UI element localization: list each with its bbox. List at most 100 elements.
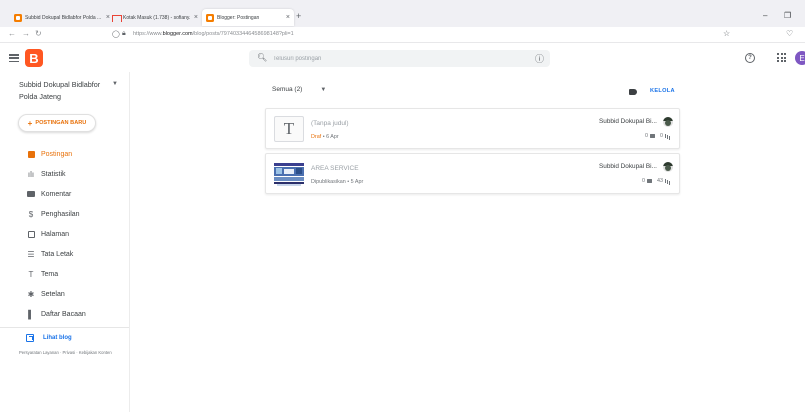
sidebar-item-statistik[interactable]: ılı Statistik <box>0 164 129 184</box>
post-status: Dipublikasikan <box>311 179 346 185</box>
tab-title: Kotak Masuk (1.738) - sofiany.fl... <box>123 14 190 21</box>
comments-icon <box>27 190 35 198</box>
minimize-icon[interactable]: – <box>763 11 767 20</box>
sidebar-menu: Postingan ılı Statistik Komentar $ Pengh… <box>0 144 129 324</box>
browser-nav-bar: ← → ↻ ◯ 🔒︎ https://www.blogger.com/blog/… <box>0 27 805 43</box>
sidebar-item-tata-letak[interactable]: ☰ Tata Letak <box>0 244 129 264</box>
sidebar-item-label: Postingan <box>41 150 73 158</box>
label-icon[interactable] <box>629 89 637 95</box>
sidebar-item-postingan[interactable]: Postingan <box>0 144 129 164</box>
plus-icon: + <box>27 118 33 128</box>
view-blog-link[interactable]: Lihat blog <box>26 331 72 345</box>
menu-icon[interactable] <box>9 54 19 62</box>
post-date: 6 Apr <box>326 134 339 140</box>
chevron-down-icon: ▼ <box>320 86 327 93</box>
post-thumbnail-image <box>274 161 304 187</box>
new-tab-button[interactable]: + <box>296 11 301 21</box>
browser-tab[interactable]: Kotak Masuk (1.738) - sofiany.fl... × <box>108 9 202 26</box>
open-external-icon <box>26 334 34 342</box>
sidebar-item-label: Tema <box>41 270 59 278</box>
tab-title: Subbid Dokupal Bidlabfor Polda ... <box>25 14 102 21</box>
comment-count: 0 <box>642 178 645 184</box>
post-date: 5 Apr <box>350 179 364 185</box>
gmail-icon <box>112 14 122 22</box>
sidebar-item-penghasilan[interactable]: $ Penghasilan <box>0 204 129 224</box>
search-icon: 🔍︎ <box>257 53 268 62</box>
post-thumbnail: T <box>274 116 304 142</box>
settings-icon: ✱ <box>27 289 35 299</box>
sidebar-item-tema[interactable]: T Tema <box>0 264 129 284</box>
url-path: /blog/posts/7974033446458698148?pli=1 <box>192 31 294 37</box>
reload-icon[interactable]: ↻ <box>35 29 42 38</box>
divider <box>0 327 129 328</box>
footer-links[interactable]: Persyaratan Layanan · Privasi · Kebijaka… <box>19 348 119 358</box>
post-meta: Draf • 6 Apr <box>311 134 339 140</box>
theme-icon: T <box>28 269 34 279</box>
account-avatar[interactable]: E <box>795 51 805 65</box>
post-row[interactable]: AREA SERVICE Dipublikasikan • 5 Apr Subb… <box>265 153 680 194</box>
post-thumbnail <box>274 161 304 187</box>
browser-tab[interactable]: Subbid Dokupal Bidlabfor Polda ... × <box>10 9 114 26</box>
chevron-down-icon[interactable]: ▼ <box>112 81 118 87</box>
sidebar-item-daftar-bacaan[interactable]: ▌ Daftar Bacaan <box>0 304 129 324</box>
search-input[interactable] <box>273 53 513 64</box>
post-meta: Dipublikasikan • 5 Apr <box>311 179 363 185</box>
sidebar-item-label: Statistik <box>41 170 66 178</box>
help-icon[interactable]: ? <box>745 53 755 63</box>
view-count: 43 <box>657 178 663 184</box>
close-icon[interactable]: × <box>286 14 290 21</box>
post-title[interactable]: (Tanpa judul) <box>311 120 349 127</box>
views-icon <box>665 179 670 183</box>
sidebar: Subbid Dokupal Bidlabfor Polda Jateng ▼ … <box>0 72 130 412</box>
post-row[interactable]: T (Tanpa judul) Draf • 6 Apr Subbid Doku… <box>265 108 680 149</box>
app-header: B 🔍︎ ⓘ ? E <box>0 44 805 72</box>
sidebar-item-halaman[interactable]: Halaman <box>0 224 129 244</box>
maximize-icon[interactable]: ❐ <box>784 11 791 20</box>
pages-icon <box>27 230 35 238</box>
address-bar[interactable]: https://www.blogger.com/blog/posts/79740… <box>133 31 294 37</box>
post-author: Subbid Dokupal Bi... <box>599 163 657 170</box>
browser-tab-active[interactable]: Blogger: Postingan × <box>202 9 294 26</box>
new-post-button[interactable]: + POSTINGAN BARU <box>18 114 96 132</box>
browser-tab-bar: Subbid Dokupal Bidlabfor Polda ... × Kot… <box>0 0 805 27</box>
bookmark-star-icon[interactable]: ☆ <box>723 29 730 38</box>
post-title[interactable]: AREA SERVICE <box>311 165 359 172</box>
post-status: Draf <box>311 134 322 140</box>
comment-count: 0 <box>645 133 648 139</box>
forward-icon[interactable]: → <box>22 29 30 38</box>
view-blog-label: Lihat blog <box>43 335 72 341</box>
comment-icon <box>650 134 655 138</box>
post-filter-dropdown[interactable]: Semua (2) ▼ <box>272 86 326 93</box>
blogger-icon <box>14 13 22 22</box>
url-domain: blogger.com <box>162 31 193 37</box>
sidebar-item-label: Daftar Bacaan <box>41 310 86 318</box>
info-icon[interactable]: ⓘ <box>535 52 544 65</box>
sidebar-item-label: Setelan <box>41 290 65 298</box>
pocket-icon[interactable]: ♡ <box>786 29 793 38</box>
blogger-logo[interactable]: B <box>25 49 43 67</box>
view-count: 0 <box>660 133 663 139</box>
blogger-icon <box>206 13 214 22</box>
reading-list-icon: ▌ <box>28 309 34 319</box>
stats-icon: ılı <box>27 169 35 179</box>
shield-icon[interactable]: ◯ <box>112 30 120 38</box>
back-icon[interactable]: ← <box>8 29 16 38</box>
sidebar-item-label: Penghasilan <box>41 210 80 218</box>
posts-icon <box>27 150 35 158</box>
earnings-icon: $ <box>28 209 34 219</box>
manage-labels-button[interactable]: KELOLA <box>650 88 675 94</box>
lock-icon[interactable]: 🔒︎ <box>122 30 126 38</box>
sidebar-item-setelan[interactable]: ✱ Setelan <box>0 284 129 304</box>
sidebar-item-label: Halaman <box>41 230 70 238</box>
blog-name[interactable]: Subbid Dokupal Bidlabfor Polda Jateng <box>19 79 109 103</box>
author-avatar <box>663 117 673 127</box>
comment-icon <box>647 179 652 183</box>
sidebar-item-komentar[interactable]: Komentar <box>0 184 129 204</box>
url-prefix: https://www. <box>133 31 163 37</box>
apps-grid-icon[interactable] <box>777 53 786 62</box>
new-post-label: POSTINGAN BARU <box>35 120 87 126</box>
sidebar-item-label: Komentar <box>41 190 72 198</box>
close-icon[interactable]: × <box>194 14 198 21</box>
post-stats: 0 0 <box>645 133 670 139</box>
search-bar[interactable]: 🔍︎ ⓘ <box>249 50 550 67</box>
